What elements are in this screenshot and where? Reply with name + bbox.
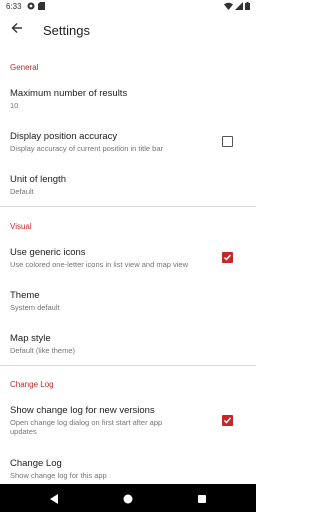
square-recents-icon	[198, 495, 206, 503]
page-title: Settings	[43, 23, 90, 38]
app-bar: Settings	[0, 14, 256, 48]
wifi-icon	[224, 2, 233, 12]
setting-label: Show change log for new versions	[10, 405, 155, 416]
setting-label: Unit of length	[10, 174, 66, 185]
sd-card-icon	[38, 2, 45, 12]
setting-summary: Default (like theme)	[10, 346, 76, 355]
section-visual: Visual	[10, 222, 32, 231]
check-icon	[223, 417, 232, 424]
arrow-back-icon	[11, 21, 23, 39]
setting-label: Map style	[10, 333, 51, 344]
show-changelog-checkbox[interactable]	[222, 415, 233, 426]
setting-theme[interactable]: Theme System default	[0, 284, 256, 320]
status-bar: 6:33	[0, 0, 256, 14]
status-time: 6:33	[6, 2, 22, 11]
setting-summary: Open change log dialog on first start af…	[10, 418, 163, 436]
setting-summary: Use colored one-letter icons in list vie…	[10, 260, 188, 269]
setting-unit-length[interactable]: Unit of length Default	[0, 168, 256, 204]
generic-icons-checkbox[interactable]	[222, 252, 233, 263]
setting-map-style[interactable]: Map style Default (like theme)	[0, 327, 256, 363]
position-accuracy-checkbox[interactable]	[222, 136, 233, 147]
setting-summary: Default	[10, 187, 34, 196]
setting-summary: 10	[10, 101, 19, 110]
setting-summary: Display accuracy of current position in …	[10, 144, 163, 153]
circle-home-icon	[123, 494, 133, 504]
section-general: General	[10, 63, 39, 72]
setting-generic-icons[interactable]: Use generic icons Use colored one-letter…	[0, 241, 256, 277]
setting-label: Use generic icons	[10, 247, 86, 258]
back-button[interactable]	[6, 19, 28, 41]
check-icon	[223, 254, 232, 261]
nav-back-button[interactable]	[48, 492, 60, 504]
setting-show-changelog[interactable]: Show change log for new versions Open ch…	[0, 399, 256, 441]
divider	[0, 206, 256, 207]
setting-changelog[interactable]: Change Log Show change log for this app	[0, 452, 256, 484]
divider	[0, 365, 256, 366]
navigation-bar	[0, 484, 256, 512]
notification-icon	[27, 2, 35, 12]
setting-summary: System default	[10, 303, 60, 312]
setting-label: Display position accuracy	[10, 131, 118, 142]
setting-summary: Show change log for this app	[10, 471, 107, 480]
setting-max-results[interactable]: Maximum number of results 10	[0, 82, 256, 118]
nav-recents-button[interactable]	[196, 492, 208, 504]
battery-icon	[245, 2, 250, 12]
nav-home-button[interactable]	[122, 492, 134, 504]
setting-label: Maximum number of results	[10, 88, 128, 99]
triangle-back-icon	[50, 494, 58, 504]
section-changelog: Change Log	[10, 380, 54, 389]
setting-label: Theme	[10, 290, 40, 301]
setting-label: Change Log	[10, 458, 62, 469]
setting-position-accuracy[interactable]: Display position accuracy Display accura…	[0, 125, 256, 161]
signal-icon	[235, 2, 243, 12]
